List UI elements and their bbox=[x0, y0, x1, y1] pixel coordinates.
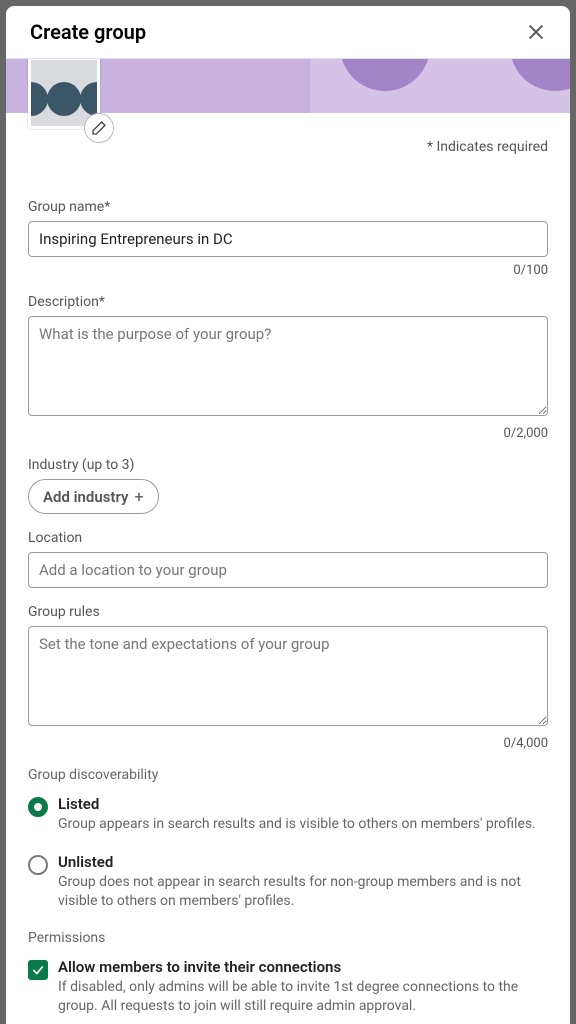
close-icon bbox=[525, 21, 547, 43]
radio-listed-body: Listed Group appears in search results a… bbox=[58, 795, 536, 835]
group-name-counter: 0/100 bbox=[28, 263, 548, 278]
group-name-label: Group name* bbox=[28, 199, 548, 215]
radio-unlisted[interactable] bbox=[28, 855, 48, 875]
description-input[interactable] bbox=[28, 316, 548, 416]
description-counter: 0/2,000 bbox=[28, 426, 548, 441]
group-name-input[interactable] bbox=[28, 221, 548, 257]
location-label: Location bbox=[28, 530, 548, 546]
add-industry-label: Add industry bbox=[43, 488, 128, 506]
check-icon bbox=[31, 963, 45, 977]
invite-body: Allow members to invite their connection… bbox=[58, 958, 548, 1017]
add-industry-button[interactable]: Add industry + bbox=[28, 479, 159, 514]
industry-field: Industry (up to 3) Add industry + bbox=[28, 457, 548, 514]
create-group-form: Group name* 0/100 Description* 0/2,000 I… bbox=[6, 113, 570, 1024]
edit-avatar-button[interactable] bbox=[84, 113, 114, 143]
listed-desc: Group appears in search results and is v… bbox=[58, 815, 536, 835]
industry-label: Industry (up to 3) bbox=[28, 457, 548, 473]
unlisted-title: Unlisted bbox=[58, 853, 548, 871]
modal-body-scroll[interactable]: * Indicates required Group name* 0/100 D… bbox=[6, 59, 570, 1024]
permissions-invite-option[interactable]: Allow members to invite their connection… bbox=[28, 958, 548, 1017]
permissions-heading: Permissions bbox=[28, 930, 548, 946]
discoverability-listed-option[interactable]: Listed Group appears in search results a… bbox=[28, 795, 548, 835]
radio-listed[interactable] bbox=[28, 797, 48, 817]
invite-title: Allow members to invite their connection… bbox=[58, 958, 548, 976]
required-indicator-note: * Indicates required bbox=[427, 139, 548, 155]
close-button[interactable] bbox=[520, 16, 552, 48]
listed-title: Listed bbox=[58, 795, 536, 813]
description-field: Description* 0/2,000 bbox=[28, 294, 548, 441]
group-banner bbox=[6, 59, 570, 113]
group-rules-input[interactable] bbox=[28, 626, 548, 726]
invite-desc: If disabled, only admins will be able to… bbox=[58, 978, 548, 1017]
group-rules-label: Group rules bbox=[28, 604, 548, 620]
location-field: Location bbox=[28, 530, 548, 588]
modal-header: Create group bbox=[6, 6, 570, 59]
create-group-modal: Create group * Indicates required bbox=[6, 6, 570, 1024]
checkbox-invite[interactable] bbox=[28, 960, 48, 980]
location-input[interactable] bbox=[28, 552, 548, 588]
group-rules-counter: 0/4,000 bbox=[28, 736, 548, 751]
discoverability-heading: Group discoverability bbox=[28, 767, 548, 783]
group-name-field: Group name* 0/100 bbox=[28, 199, 548, 278]
pencil-icon bbox=[91, 120, 107, 136]
discoverability-unlisted-option[interactable]: Unlisted Group does not appear in search… bbox=[28, 853, 548, 912]
radio-unlisted-body: Unlisted Group does not appear in search… bbox=[58, 853, 548, 912]
modal-title: Create group bbox=[30, 20, 146, 44]
unlisted-desc: Group does not appear in search results … bbox=[58, 873, 548, 912]
plus-icon: + bbox=[134, 487, 143, 506]
description-label: Description* bbox=[28, 294, 548, 310]
group-rules-field: Group rules 0/4,000 bbox=[28, 604, 548, 751]
